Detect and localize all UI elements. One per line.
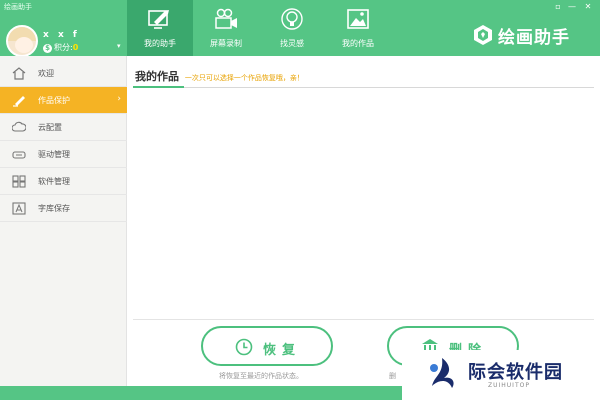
sidebar: 欢迎 作品保护 › 云配置 驱动管理 软件管理 字库保存 (0, 56, 127, 386)
home-icon (12, 67, 26, 80)
sidebar-item-label: 驱动管理 (38, 150, 70, 159)
gallery-icon (347, 9, 369, 29)
sidebar-item-label: 云配置 (38, 123, 62, 132)
tab-my-works[interactable]: 我的作品 (325, 0, 391, 56)
brush-icon (13, 96, 25, 107)
page-title: 我的作品 (135, 70, 179, 83)
points-value: 0 (72, 43, 79, 52)
sidebar-item-label: 作品保护 (38, 96, 70, 105)
brand-name: 绘画助手 (498, 27, 570, 48)
header-bar: 绘画助手 ▫ — ✕ x x f $ 积分:0 ▾ 我的助手 屏幕录制 找灵感 … (0, 0, 600, 57)
tab-label: 我的助手 (144, 39, 176, 48)
sidebar-item-welcome[interactable]: 欢迎 (0, 60, 127, 87)
cloud-icon (12, 121, 26, 132)
sidebar-item-label: 字库保存 (38, 204, 70, 213)
restore-window-icon[interactable]: ▫ (552, 0, 564, 13)
points-display: $ 积分:0 (43, 42, 78, 53)
hint-text: 一次只可以选择一个作品恢复哦，亲！ (184, 74, 304, 82)
assistant-icon (148, 10, 169, 29)
tab-label: 屏幕录制 (210, 39, 242, 48)
grid-icon (12, 175, 26, 188)
restore-note: 将恢复至最近的作品状态。 (219, 372, 303, 380)
divider (133, 87, 594, 88)
watermark-logo (430, 358, 454, 388)
user-profile[interactable]: x x f $ 积分:0 ▾ (0, 13, 127, 57)
points-label: 积分: (54, 43, 73, 52)
tab-screen-record[interactable]: 屏幕录制 (193, 0, 259, 56)
clock-icon (235, 338, 253, 356)
sidebar-item-cloud-config[interactable]: 云配置 (0, 114, 127, 141)
window-title: 绘画助手 (4, 3, 32, 11)
coin-icon: $ (43, 44, 52, 53)
restore-button[interactable]: 恢复 (201, 326, 333, 366)
delete-note: 删 (389, 372, 396, 380)
tab-my-assistant[interactable]: 我的助手 (127, 0, 193, 56)
restore-button-label: 恢复 (263, 343, 302, 358)
divider (133, 319, 594, 320)
title-underline (133, 86, 184, 88)
close-window-icon[interactable]: ✕ (582, 0, 594, 13)
profile-dropdown-icon[interactable]: ▾ (117, 42, 121, 50)
sidebar-item-driver-management[interactable]: 驱动管理 (0, 141, 127, 168)
tab-inspiration[interactable]: 找灵感 (259, 0, 325, 56)
main-panel: 我的作品 一次只可以选择一个作品恢复哦，亲！ 恢复 将恢复至最近的作品状态。 删… (127, 56, 600, 386)
app-window: 绘画助手 ▫ — ✕ x x f $ 积分:0 ▾ 我的助手 屏幕录制 找灵感 … (0, 0, 600, 400)
minimize-window-icon[interactable]: — (566, 0, 578, 13)
avatar[interactable] (6, 25, 38, 57)
tab-label: 找灵感 (280, 39, 304, 48)
brand: 绘画助手 (472, 20, 570, 50)
bulb-icon (281, 8, 303, 30)
section-header: 我的作品 一次只可以选择一个作品恢复哦，亲！ (135, 68, 304, 84)
tab-label: 我的作品 (342, 39, 374, 48)
watermark: 际会软件园 ZUIHUITOP (402, 350, 600, 400)
watermark-subtext: ZUIHUITOP (488, 382, 530, 389)
sidebar-item-font-library[interactable]: 字库保存 (0, 195, 127, 222)
watermark-text: 际会软件园 (468, 362, 563, 383)
font-icon (12, 202, 26, 215)
device-icon (12, 151, 26, 159)
video-camera-icon (215, 8, 237, 29)
brand-pencil-logo (474, 25, 492, 45)
chevron-right-icon: › (117, 94, 121, 104)
sidebar-item-label: 欢迎 (38, 69, 54, 78)
main-tabs: 我的助手 屏幕录制 找灵感 我的作品 (127, 0, 391, 56)
username: x x f (43, 30, 80, 40)
sidebar-item-software-management[interactable]: 软件管理 (0, 168, 127, 195)
sidebar-item-label: 软件管理 (38, 177, 70, 186)
sidebar-item-work-protection[interactable]: 作品保护 › (0, 87, 127, 114)
